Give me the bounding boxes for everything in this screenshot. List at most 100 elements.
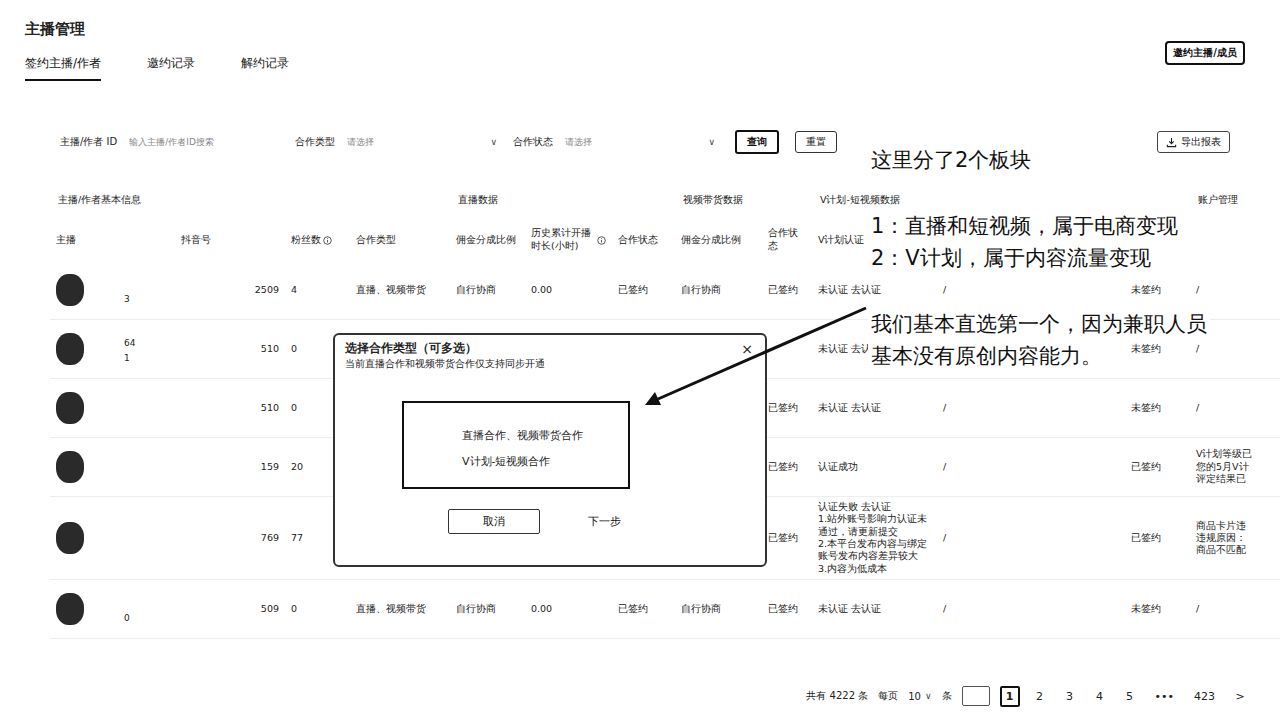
table-cell: 769 bbox=[175, 528, 285, 548]
column-group: 账户管理 bbox=[1190, 194, 1275, 207]
close-button[interactable]: × bbox=[739, 342, 755, 356]
table-cell: 已签约 bbox=[612, 599, 675, 619]
annotation-line: 这里分了2个板块 bbox=[868, 144, 1210, 176]
table-cell: 已签约 bbox=[750, 599, 812, 619]
table-cell: 未认证 去认证 bbox=[812, 280, 937, 300]
page-size-select[interactable]: 10 ∨ bbox=[908, 691, 931, 702]
filter-field: 主播/作者 ID bbox=[60, 134, 279, 150]
table-cell: 自行协商 bbox=[450, 280, 525, 300]
column-header: 合作状态 bbox=[612, 234, 675, 247]
table-cell: / bbox=[937, 457, 1125, 477]
table-cell: 认证成功 bbox=[812, 457, 937, 477]
table-cell: 未签约 bbox=[1125, 599, 1190, 619]
tab[interactable]: 签约主播/作者 bbox=[25, 50, 101, 81]
table-cell: 认证失败 去认证 1.站外账号影响力认证未通过，请更新提交 2.本平台发布内容与… bbox=[812, 497, 937, 579]
arrow-line bbox=[658, 308, 866, 399]
table-cell: 4 bbox=[285, 280, 350, 300]
cooperation-option[interactable]: 直播合作、视频带货合作 bbox=[462, 423, 628, 449]
dialog-note: 当前直播合作和视频带货合作仅支持同步开通 bbox=[345, 358, 755, 371]
column-header: 主播 bbox=[50, 234, 175, 247]
column-header: 佣金分成比例 bbox=[675, 234, 750, 247]
table-cell: 未认证 去认证 bbox=[812, 398, 937, 418]
table-cell: 0.00 bbox=[525, 599, 612, 619]
invite-button[interactable]: 邀约主播/成员 bbox=[1165, 41, 1245, 65]
table-cell: 510 bbox=[175, 398, 285, 418]
filter-label: 合作状态 bbox=[513, 135, 553, 149]
table-cell: 0.00 bbox=[525, 280, 612, 300]
chevron-icon: ∨ bbox=[709, 137, 716, 147]
table-cell: 直播、视频带货 bbox=[350, 280, 450, 300]
table-row[interactable]: 0 5090直播、视频带货自行协商0.00已签约自行协商已签约未认证 去认证/未… bbox=[50, 580, 1280, 639]
table-cell: 未签约 bbox=[1125, 398, 1190, 418]
table-cell: 自行协商 bbox=[450, 599, 525, 619]
table-cell: 2509 bbox=[175, 280, 285, 300]
annotation-line: 2：V计划，属于内容流量变现 bbox=[868, 242, 1210, 274]
column-groups: 主播/作者基本信息直播数据视频带货数据V计划-短视频数据账户管理 bbox=[50, 190, 1280, 210]
info-icon bbox=[323, 236, 332, 245]
filter-select[interactable]: 请选择 ∨ bbox=[347, 136, 497, 149]
page-button[interactable]: 1 bbox=[1000, 686, 1020, 707]
column-group: 视频带货数据 bbox=[675, 194, 812, 207]
table-cell: 510 bbox=[175, 339, 285, 359]
column-header: 抖音号 bbox=[175, 234, 285, 247]
filter-label: 主播/作者 ID bbox=[60, 135, 117, 149]
anchor-note: 0 bbox=[124, 611, 130, 625]
column-header: 历史累计开播时长(小时) bbox=[525, 227, 612, 253]
table-cell: 直播、视频带货 bbox=[350, 599, 450, 619]
export-button[interactable]: 导出报表 bbox=[1157, 131, 1230, 153]
table-cell: 0 bbox=[285, 599, 350, 619]
table-cell: 已签约 bbox=[750, 280, 812, 300]
table-cell: / bbox=[937, 528, 1125, 548]
dialog-button[interactable]: 取消 bbox=[448, 509, 540, 534]
tab[interactable]: 邀约记录 bbox=[147, 50, 195, 81]
table-cell: V计划等级已 您的5月V计 评定结果已 bbox=[1190, 444, 1275, 489]
table-cell: 未签约 bbox=[1125, 339, 1190, 359]
dialog-header: 选择合作类型（可多选） × bbox=[345, 341, 755, 356]
table-cell: 未认证 去认证 bbox=[812, 599, 937, 619]
filter-button[interactable]: 查询 bbox=[735, 130, 779, 154]
filter-select[interactable]: 请选择 ∨ bbox=[565, 136, 715, 149]
download-icon bbox=[1166, 137, 1177, 148]
anchor-note: 64 1 bbox=[124, 336, 135, 365]
table-cell: 已签约 bbox=[1125, 528, 1190, 548]
page-button[interactable]: ••• bbox=[1150, 687, 1179, 706]
column-header: 合作状态 bbox=[750, 227, 812, 253]
column-header: 合作类型 bbox=[350, 234, 450, 247]
chevron-icon: ∨ bbox=[491, 137, 498, 147]
next-page-button[interactable]: > bbox=[1230, 687, 1250, 706]
arrow-head bbox=[645, 392, 661, 405]
filter-label: 合作类型 bbox=[295, 135, 335, 149]
annotation-paragraph: 这里分了2个板块 bbox=[868, 144, 1210, 176]
page-button[interactable]: 4 bbox=[1090, 687, 1110, 706]
anchor-cell: 3 bbox=[50, 270, 175, 310]
table-cell: / bbox=[937, 599, 1125, 619]
avatar-image bbox=[56, 593, 84, 625]
page-button[interactable]: 3 bbox=[1060, 687, 1080, 706]
table-cell: 已签约 bbox=[612, 280, 675, 300]
page-jump-input[interactable] bbox=[962, 686, 990, 706]
column-group: 直播数据 bbox=[450, 194, 675, 207]
filter-field: 合作类型 请选择 ∨ bbox=[295, 135, 497, 149]
table-cell: 159 bbox=[175, 457, 285, 477]
annotation-line: 1：直播和短视频，属于电商变现 bbox=[868, 210, 1210, 242]
total-count: 共有 4222 条 bbox=[806, 689, 868, 703]
anchor-cell bbox=[50, 518, 175, 558]
tab[interactable]: 解约记录 bbox=[241, 50, 289, 81]
annotation-line: 我们基本直选第一个，因为兼职人员 bbox=[868, 308, 1210, 340]
search-input[interactable] bbox=[129, 134, 279, 150]
cooperation-option[interactable]: V计划-短视频合作 bbox=[462, 449, 628, 475]
page-button[interactable]: 5 bbox=[1120, 687, 1140, 706]
table-cell: 自行协商 bbox=[675, 280, 750, 300]
dialog-button[interactable]: 下一步 bbox=[584, 510, 625, 533]
table-cell: 未签约 bbox=[1125, 280, 1190, 300]
per-page-label: 每页 bbox=[878, 689, 898, 703]
cooperation-type-dialog: 选择合作类型（可多选） × 当前直播合作和视频带货合作仅支持同步开通 直播合作、… bbox=[333, 333, 767, 567]
table-cell: 商品卡片违 违规原因： 商品不匹配 bbox=[1190, 516, 1275, 561]
table-cell: / bbox=[937, 280, 1125, 300]
avatar-image bbox=[56, 451, 84, 483]
page-button[interactable]: 2 bbox=[1030, 687, 1050, 706]
filter-button[interactable]: 重置 bbox=[795, 131, 837, 153]
page-button[interactable]: 423 bbox=[1189, 687, 1220, 706]
column-header: 佣金分成比例 bbox=[450, 234, 525, 247]
dialog-buttons: 取消 下一步 bbox=[448, 509, 755, 534]
